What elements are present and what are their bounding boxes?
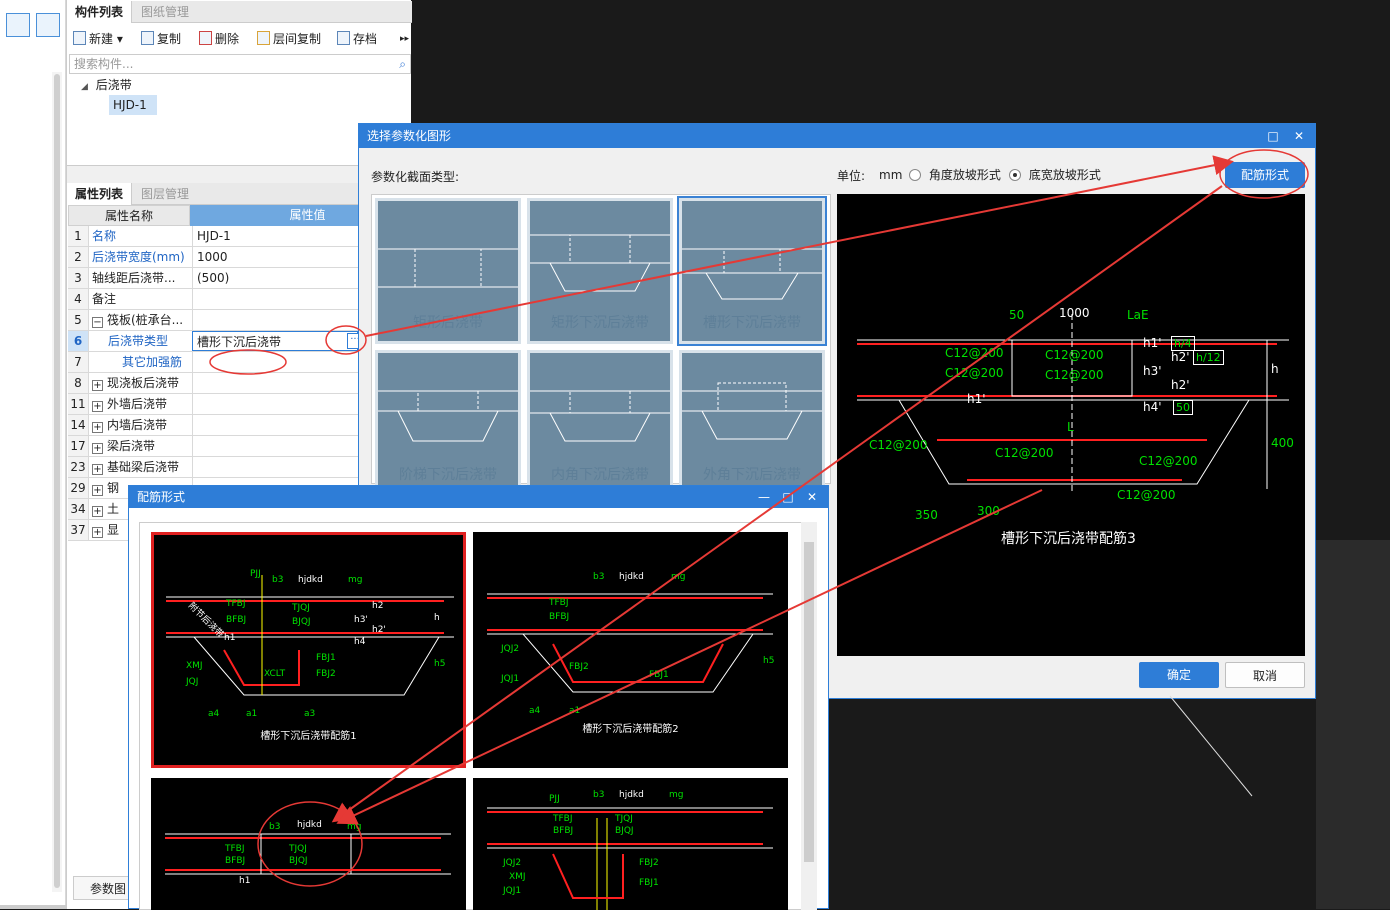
annotation-circle xyxy=(257,801,363,887)
background-line xyxy=(1169,695,1253,797)
annotation-circle xyxy=(325,325,367,355)
annotation-arrow xyxy=(331,185,1223,823)
annotation-overlay xyxy=(209,149,1309,887)
annotation-circle xyxy=(209,349,287,375)
annotation-arrow xyxy=(365,155,1234,337)
annotation-arrow xyxy=(336,489,1043,825)
annotation-circle xyxy=(1219,149,1309,199)
